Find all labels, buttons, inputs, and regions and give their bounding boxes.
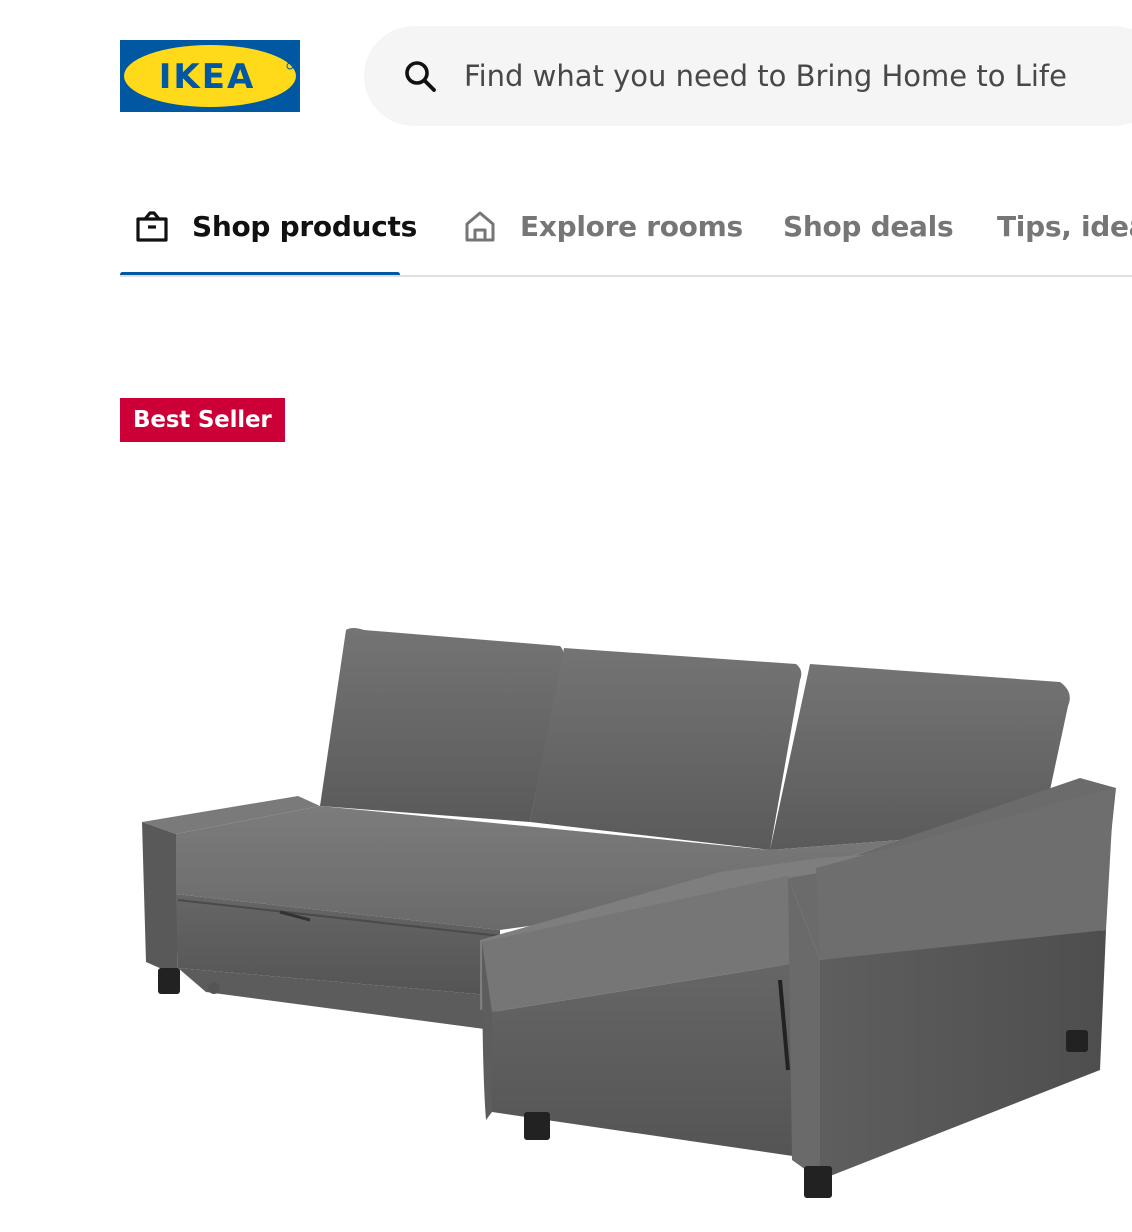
logo-wordmark: IKEA [159, 57, 256, 97]
sofa-leg [158, 968, 180, 994]
tab-label: Shop products [192, 209, 417, 243]
search-bar[interactable] [364, 26, 1132, 126]
tab-shop-deals[interactable]: Shop deals [783, 180, 954, 272]
sofa-leg [1066, 1030, 1088, 1052]
back-cushion-left [320, 628, 564, 822]
search-icon[interactable] [402, 58, 438, 94]
shop-bag-icon [136, 211, 168, 242]
tab-label: Tips, ideas [997, 209, 1132, 243]
product-image[interactable] [120, 600, 1132, 1220]
primary-nav: Shop products Explore rooms Shop deals T… [120, 180, 1132, 278]
chaise-arm-side [820, 930, 1106, 1180]
best-seller-badge: Best Seller [120, 398, 285, 442]
tab-label: Explore rooms [520, 209, 743, 243]
badge-label: Best Seller [133, 407, 272, 433]
sofa-leg [804, 1166, 832, 1198]
search-input[interactable] [464, 26, 1132, 126]
nav-divider [120, 275, 1132, 277]
tab-shop-products[interactable]: Shop products [134, 180, 417, 272]
back-cushion-middle [530, 648, 802, 850]
tab-tips-ideas[interactable]: Tips, ideas [997, 180, 1132, 272]
sofa-leg [524, 1112, 550, 1140]
tab-label: Shop deals [783, 209, 954, 243]
ikea-logo[interactable]: IKEA [120, 40, 300, 112]
house-icon [465, 211, 495, 242]
page: IKEA Shop products Explore rooms [0, 0, 1132, 1232]
tab-explore-rooms[interactable]: Explore rooms [462, 180, 743, 272]
left-arm-front [142, 822, 178, 976]
sofa-illustration [142, 628, 1116, 1198]
